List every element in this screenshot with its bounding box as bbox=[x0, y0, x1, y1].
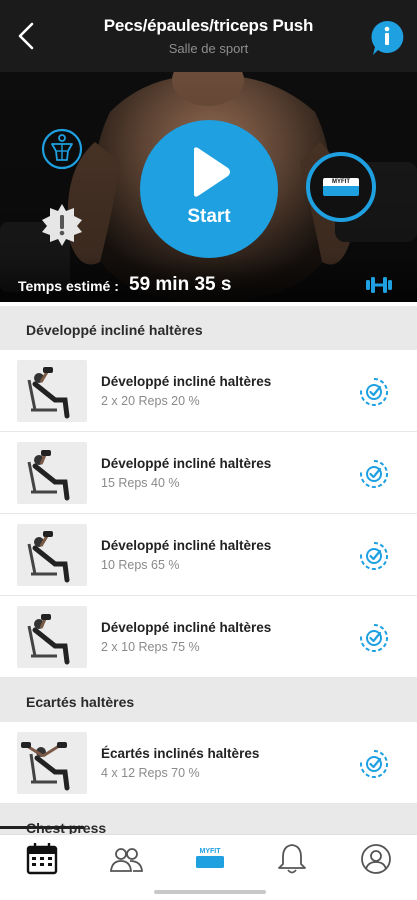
play-icon bbox=[194, 147, 230, 197]
section-title: Ecartés haltères bbox=[26, 694, 135, 710]
profile-icon bbox=[361, 844, 391, 874]
alert-badge-icon bbox=[42, 204, 82, 246]
dumbbell-icon bbox=[366, 277, 392, 293]
exercise-name: Développé incliné haltères bbox=[101, 538, 272, 553]
exercise-row[interactable]: Développé incliné haltères 15 Reps 40 % bbox=[0, 432, 417, 514]
back-button[interactable] bbox=[14, 20, 42, 52]
target-check-icon[interactable] bbox=[358, 376, 390, 408]
target-check-icon[interactable] bbox=[358, 458, 390, 490]
target-check-icon[interactable] bbox=[358, 622, 390, 654]
incline-press-figure-icon bbox=[27, 450, 70, 501]
workout-hero: Start MYFIT Temps estimé : 59 min 35 s bbox=[0, 72, 417, 302]
chevron-left-icon bbox=[18, 22, 34, 50]
nav-calendar[interactable] bbox=[22, 841, 62, 877]
equipment-button[interactable] bbox=[365, 276, 393, 294]
bell-icon bbox=[278, 844, 306, 874]
myfit-connect-button[interactable]: MYFIT bbox=[306, 152, 376, 222]
nav-notifications[interactable] bbox=[272, 841, 312, 877]
nav-profile[interactable] bbox=[356, 841, 396, 877]
info-icon bbox=[371, 20, 404, 55]
start-button[interactable]: Start bbox=[140, 120, 278, 258]
exercise-row[interactable]: Écartés inclinés haltères 4 x 12 Reps 70… bbox=[0, 722, 417, 804]
estimated-time-label: Temps estimé : bbox=[18, 278, 119, 294]
nav-myfit[interactable]: MYFIT bbox=[190, 841, 230, 877]
exercise-name: Écartés inclinés haltères bbox=[101, 746, 260, 761]
exercise-thumbnail bbox=[17, 442, 87, 504]
exercise-detail: 15 Reps 40 % bbox=[101, 476, 180, 490]
exercise-detail: 4 x 12 Reps 70 % bbox=[101, 766, 200, 780]
exercise-row[interactable]: Développé incliné haltères 2 x 20 Reps 2… bbox=[0, 350, 417, 432]
incline-press-figure-icon bbox=[27, 367, 70, 419]
exercise-detail: 2 x 20 Reps 20 % bbox=[101, 394, 200, 408]
community-icon bbox=[110, 848, 143, 872]
incline-press-figure-icon bbox=[27, 531, 70, 583]
section-header: Développé incliné haltères bbox=[0, 306, 417, 350]
exercise-thumbnail bbox=[17, 360, 87, 422]
exercise-name: Développé incliné haltères bbox=[101, 620, 272, 635]
muscle-body-icon bbox=[41, 128, 83, 170]
section-header: Ecartés haltères bbox=[0, 678, 417, 722]
page-subtitle: Salle de sport bbox=[168, 41, 249, 56]
section-header: Chest press bbox=[0, 804, 417, 834]
myfit-logo: MYFIT bbox=[323, 178, 359, 196]
myfit-logo-text: MYFIT bbox=[323, 178, 359, 186]
section-title: Développé incliné haltères bbox=[26, 322, 203, 338]
exercise-row[interactable]: Développé incliné haltères 10 Reps 65 % bbox=[0, 514, 417, 596]
warning-button[interactable] bbox=[40, 202, 84, 246]
incline-press-figure-icon bbox=[27, 614, 70, 665]
calendar-icon bbox=[26, 843, 58, 875]
incline-fly-figure-icon bbox=[21, 742, 70, 791]
exercise-thumbnail bbox=[17, 524, 87, 586]
exercise-thumbnail bbox=[17, 606, 87, 668]
page-title: Pecs/épaules/triceps Push bbox=[103, 16, 314, 35]
exercise-detail: 2 x 10 Reps 75 % bbox=[101, 640, 200, 654]
estimated-time-value: 59 min 35 s bbox=[129, 274, 232, 295]
target-check-icon[interactable] bbox=[358, 540, 390, 572]
scroll-indicator bbox=[0, 826, 84, 829]
muscle-map-button[interactable] bbox=[40, 127, 84, 171]
target-check-icon[interactable] bbox=[358, 748, 390, 780]
exercise-thumbnail bbox=[17, 732, 87, 794]
top-bar: Pecs/épaules/triceps Push Salle de sport bbox=[0, 0, 417, 72]
info-button[interactable] bbox=[369, 19, 405, 57]
exercise-name: Développé incliné haltères bbox=[101, 374, 272, 389]
exercise-detail: 10 Reps 65 % bbox=[101, 558, 180, 572]
myfit-nav-label: MYFIT bbox=[199, 848, 221, 855]
home-indicator bbox=[154, 890, 266, 894]
myfit-logo-icon bbox=[196, 856, 224, 868]
start-label: Start bbox=[187, 206, 231, 227]
bottom-navigation: MYFIT bbox=[0, 834, 417, 884]
nav-community[interactable] bbox=[106, 841, 146, 877]
exercise-name: Développé incliné haltères bbox=[101, 456, 272, 471]
exercise-row[interactable]: Développé incliné haltères 2 x 10 Reps 7… bbox=[0, 596, 417, 678]
